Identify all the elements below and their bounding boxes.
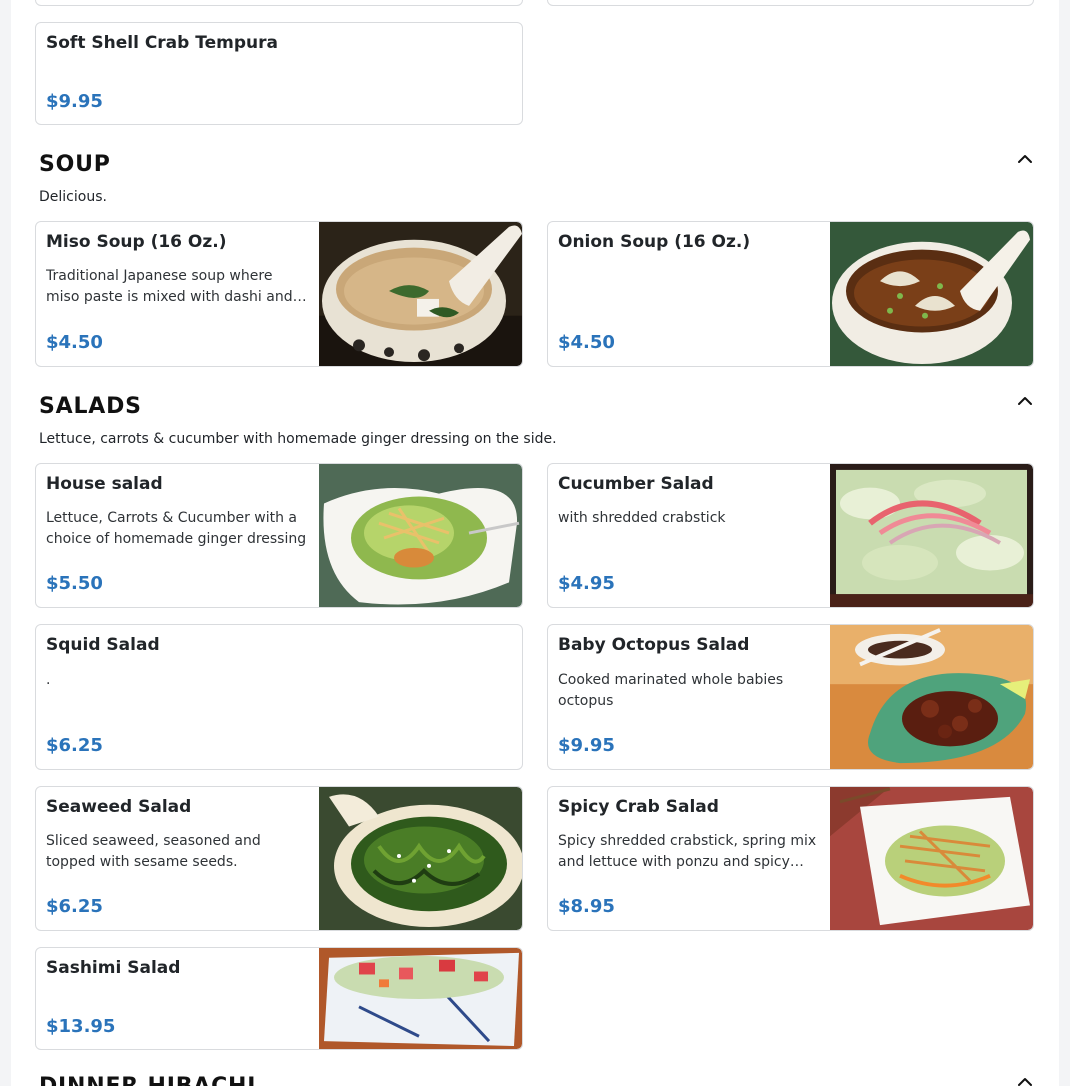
item-price: $4.50 xyxy=(558,332,615,353)
spicy-crab-salad-photo xyxy=(830,787,1033,930)
octopus-salad-photo xyxy=(830,625,1033,769)
item-price: $4.50 xyxy=(46,332,103,353)
menu-item-card[interactable]: Squid Salad . $6.25 xyxy=(35,624,523,770)
item-price: $6.25 xyxy=(46,735,103,756)
item-description: with shredded crabstick xyxy=(558,510,726,526)
menu-item-card[interactable]: Seaweed Salad Sliced seaweed, seasoned a… xyxy=(35,786,523,931)
section-title-dinner-hibachi: DINNER HIBACHI xyxy=(39,1074,256,1086)
item-description: Lettuce, Carrots & Cucumber with a choic… xyxy=(46,510,307,547)
seaweed-salad-photo xyxy=(319,787,522,930)
section-title-soup: SOUP xyxy=(39,152,111,177)
item-description: . xyxy=(46,672,51,688)
item-description: Spicy shredded crabstick, spring mix and… xyxy=(558,833,817,870)
section-description-soup: Delicious. xyxy=(39,189,107,205)
item-name: Soft Shell Crab Tempura xyxy=(46,33,278,53)
chevron-up-icon[interactable] xyxy=(1015,391,1035,411)
item-price: $9.95 xyxy=(46,91,103,112)
item-description: Cooked marinated whole babies octopus xyxy=(558,672,784,709)
onion-soup-photo xyxy=(830,222,1033,366)
item-price: $9.95 xyxy=(558,735,615,756)
chevron-up-icon[interactable] xyxy=(1015,1072,1035,1086)
chevron-up-icon[interactable] xyxy=(1015,149,1035,169)
menu-item-card[interactable]: Miso Soup (16 Oz.) Traditional Japanese … xyxy=(35,221,523,367)
miso-soup-photo xyxy=(319,222,522,366)
section-title-salads: SALADS xyxy=(39,394,142,419)
menu-item-card[interactable]: Cucumber Salad with shredded crabstick $… xyxy=(547,463,1034,608)
menu-item-card-partial-left[interactable] xyxy=(35,0,523,6)
sashimi-salad-photo xyxy=(319,948,522,1049)
item-price: $8.95 xyxy=(558,896,615,917)
menu-item-card[interactable]: Sashimi Salad $13.95 xyxy=(35,947,523,1050)
house-salad-photo xyxy=(319,464,522,607)
menu-item-card[interactable]: Baby Octopus Salad Cooked marinated whol… xyxy=(547,624,1034,770)
menu-item-card[interactable]: Onion Soup (16 Oz.) $4.50 xyxy=(547,221,1034,367)
menu-item-card[interactable]: Soft Shell Crab Tempura $9.95 xyxy=(35,22,523,125)
menu-item-card-partial-right[interactable] xyxy=(547,0,1034,6)
menu-page: Soft Shell Crab Tempura $9.95 SOUP Delic… xyxy=(11,0,1059,1086)
cucumber-salad-photo xyxy=(830,464,1033,607)
menu-item-card[interactable]: Spicy Crab Salad Spicy shredded crabstic… xyxy=(547,786,1034,931)
item-price: $6.25 xyxy=(46,896,103,917)
section-description-salads: Lettuce, carrots & cucumber with homemad… xyxy=(39,431,557,447)
item-price: $5.50 xyxy=(46,573,103,594)
item-name: Squid Salad xyxy=(46,635,160,655)
item-price: $4.95 xyxy=(558,573,615,594)
menu-item-card[interactable]: House salad Lettuce, Carrots & Cucumber … xyxy=(35,463,523,608)
item-description: Sliced seaweed, seasoned and topped with… xyxy=(46,833,261,870)
item-description: Traditional Japanese soup where miso pas… xyxy=(46,268,293,305)
item-price: $13.95 xyxy=(46,1016,116,1037)
